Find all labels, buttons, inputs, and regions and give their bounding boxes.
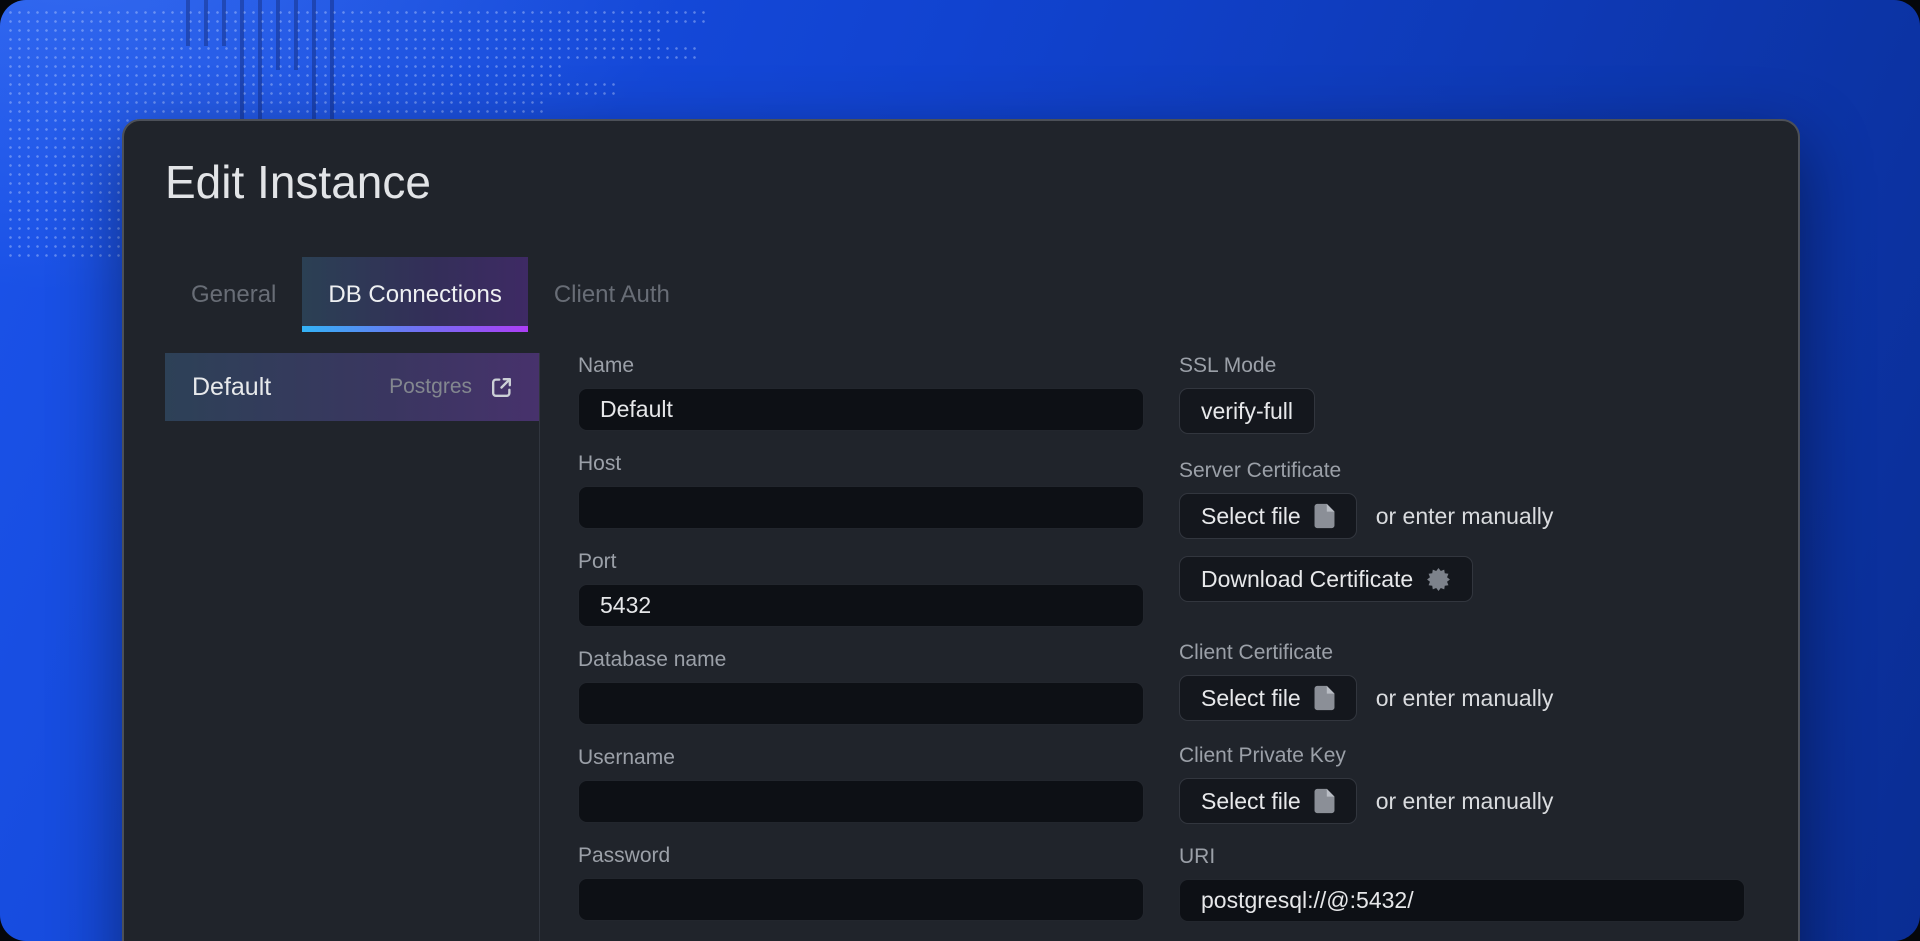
client-private-key-select-file-button[interactable]: Select file bbox=[1179, 778, 1357, 824]
file-icon bbox=[1314, 503, 1335, 529]
password-label: Password bbox=[578, 843, 1144, 869]
client-certificate-select-file-button[interactable]: Select file bbox=[1179, 675, 1357, 721]
tab-client-auth-label: Client Auth bbox=[554, 281, 670, 309]
database-name-input[interactable] bbox=[578, 682, 1144, 725]
certificate-seal-icon bbox=[1426, 567, 1451, 592]
host-field-group: Host bbox=[578, 451, 1144, 529]
connection-form-left: Name Host Port Database name Username bbox=[578, 353, 1144, 941]
connection-name: Default bbox=[192, 373, 271, 402]
tab-general[interactable]: General bbox=[165, 257, 302, 332]
server-certificate-label: Server Certificate bbox=[1179, 458, 1745, 484]
username-input[interactable] bbox=[578, 780, 1144, 823]
tab-general-label: General bbox=[191, 281, 276, 309]
host-label: Host bbox=[578, 451, 1144, 477]
name-label: Name bbox=[578, 353, 1144, 379]
username-field-group: Username bbox=[578, 745, 1144, 823]
tab-db-connections[interactable]: DB Connections bbox=[302, 257, 527, 332]
name-field-group: Name bbox=[578, 353, 1144, 431]
password-field-group: Password bbox=[578, 843, 1144, 921]
port-label: Port bbox=[578, 549, 1144, 575]
password-input[interactable] bbox=[578, 878, 1144, 921]
tab-bar: General DB Connections Client Auth bbox=[165, 257, 1754, 332]
client-certificate-label: Client Certificate bbox=[1179, 640, 1745, 666]
connection-form-right: SSL Mode verify-full Server Certificate … bbox=[1179, 353, 1745, 941]
host-input[interactable] bbox=[578, 486, 1144, 529]
tab-client-auth[interactable]: Client Auth bbox=[528, 257, 696, 332]
tab-db-connections-label: DB Connections bbox=[328, 281, 501, 309]
client-certificate-group: Client Certificate Select file or enter … bbox=[1179, 640, 1745, 721]
dialog-title: Edit Instance bbox=[165, 155, 1754, 210]
server-certificate-enter-manually-link[interactable]: or enter manually bbox=[1376, 503, 1554, 530]
external-link-icon[interactable] bbox=[488, 374, 515, 401]
download-certificate-button[interactable]: Download Certificate bbox=[1179, 556, 1473, 602]
ssl-mode-group: SSL Mode verify-full bbox=[1179, 353, 1745, 434]
uri-input[interactable] bbox=[1179, 879, 1745, 922]
client-private-key-group: Client Private Key Select file or enter … bbox=[1179, 743, 1745, 824]
connection-item-default[interactable]: Default Postgres bbox=[165, 353, 539, 421]
file-icon bbox=[1314, 685, 1335, 711]
server-certificate-select-file-button[interactable]: Select file bbox=[1179, 493, 1357, 539]
database-name-label: Database name bbox=[578, 647, 1144, 673]
name-input[interactable] bbox=[578, 388, 1144, 431]
server-certificate-group: Server Certificate Select file or enter … bbox=[1179, 458, 1745, 602]
background-glitch-lines bbox=[186, 0, 346, 121]
username-label: Username bbox=[578, 745, 1144, 771]
port-input[interactable] bbox=[578, 584, 1144, 627]
db-connections-panel: Default Postgres Name Host bbox=[165, 353, 1754, 941]
edit-instance-dialog: Edit Instance General DB Connections Cli… bbox=[122, 119, 1800, 941]
uri-field-group: URI bbox=[1179, 844, 1745, 922]
port-field-group: Port bbox=[578, 549, 1144, 627]
uri-label: URI bbox=[1179, 844, 1745, 870]
file-icon bbox=[1314, 788, 1335, 814]
database-name-field-group: Database name bbox=[578, 647, 1144, 725]
desktop-background: Edit Instance General DB Connections Cli… bbox=[0, 0, 1920, 941]
client-certificate-enter-manually-link[interactable]: or enter manually bbox=[1376, 685, 1554, 712]
ssl-mode-label: SSL Mode bbox=[1179, 353, 1745, 379]
ssl-mode-value: verify-full bbox=[1201, 398, 1293, 425]
connection-list: Default Postgres bbox=[165, 353, 540, 941]
client-private-key-enter-manually-link[interactable]: or enter manually bbox=[1376, 788, 1554, 815]
client-private-key-label: Client Private Key bbox=[1179, 743, 1745, 769]
connection-type-badge: Postgres bbox=[389, 375, 472, 399]
ssl-mode-select-button[interactable]: verify-full bbox=[1179, 388, 1315, 434]
